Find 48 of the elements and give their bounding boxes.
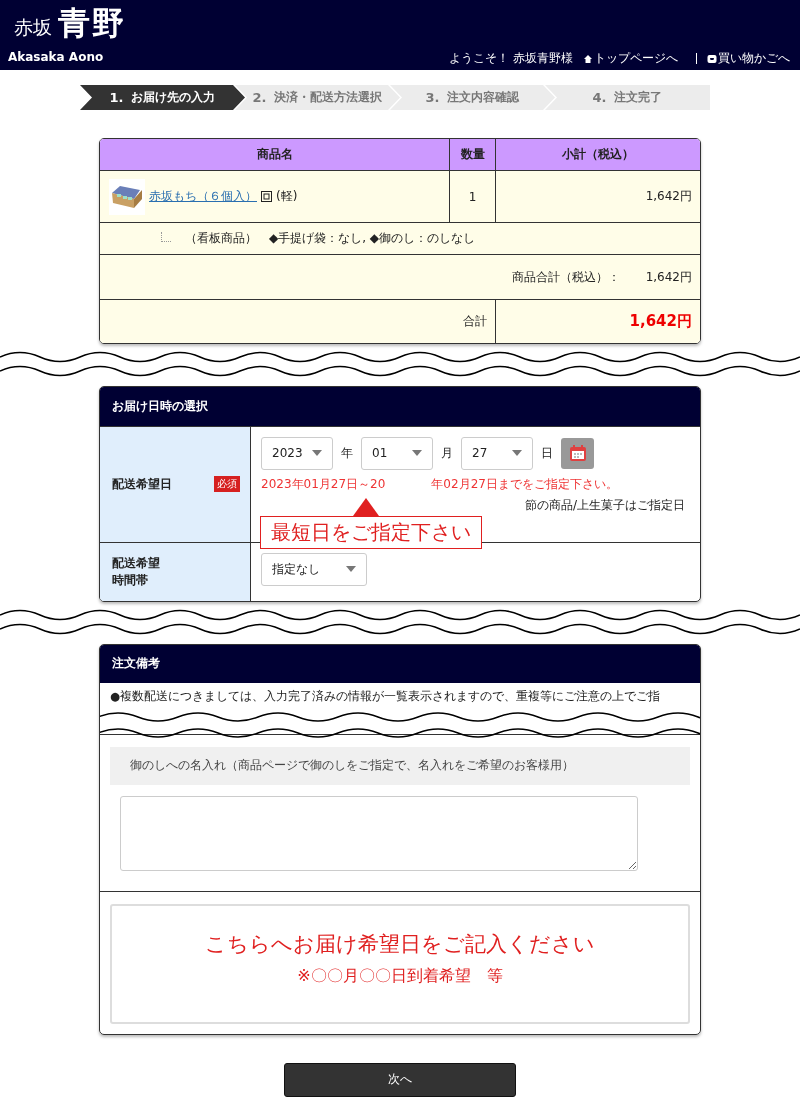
required-badge: 必須 bbox=[214, 476, 240, 492]
field-label: 配送希望日 bbox=[112, 475, 172, 493]
total-value: 1,642円 bbox=[629, 311, 692, 330]
top-page-link[interactable]: トップページへ bbox=[583, 50, 678, 67]
image-icon bbox=[261, 191, 272, 202]
unit-label: 月 bbox=[441, 444, 453, 462]
cart-icon bbox=[707, 53, 717, 64]
caret-icon bbox=[312, 450, 322, 456]
field-label: 時間帯 bbox=[112, 571, 149, 589]
column-header: 数量 bbox=[449, 139, 496, 171]
home-icon bbox=[583, 53, 593, 64]
noshi-label: 御のしへの名入れ（商品ページで御のしをご指定で、名入れをご希望のお客様用） bbox=[110, 746, 690, 785]
product-link[interactable]: 赤坂もち（６個入） bbox=[149, 188, 257, 205]
column-header: 小計（税込） bbox=[495, 139, 700, 171]
logo-text: 赤坂 bbox=[14, 15, 52, 40]
field-label: 配送希望 bbox=[112, 554, 160, 572]
shipping-tag: (軽) bbox=[276, 188, 298, 205]
section-title: お届け日時の選択 bbox=[100, 386, 700, 426]
dropdown[interactable]: 指定なし bbox=[261, 552, 367, 586]
goods-total-label: 商品合計（税込）： bbox=[511, 269, 620, 284]
date-range-text: 年02月27日までをご指定下さい。 bbox=[431, 475, 618, 493]
column-header: 商品名 bbox=[100, 139, 450, 171]
calendar-icon bbox=[568, 444, 587, 462]
cart-link[interactable]: 買い物かごへ bbox=[707, 50, 790, 67]
caret-icon bbox=[512, 450, 522, 456]
option-text: （看板商品） ◆手提げ袋：なし, ◆御のし：のしなし bbox=[185, 231, 476, 245]
memo-text: こちらへお届け希望日をご記入ください bbox=[205, 931, 595, 958]
total-label: 合計 bbox=[463, 313, 487, 328]
dropdown[interactable]: 27 bbox=[461, 436, 533, 470]
logo-text: 青野 bbox=[58, 3, 126, 44]
goods-total-value: 1,642円 bbox=[645, 269, 692, 284]
dropdown[interactable]: 01 bbox=[361, 436, 433, 470]
note-text: 節の商品/上生菓子はご指定日 bbox=[525, 496, 687, 514]
brand-name: Akasaka Aono bbox=[8, 50, 104, 64]
next-button[interactable]: 次へ bbox=[284, 1062, 516, 1097]
unit-label: 年 bbox=[341, 444, 353, 462]
welcome-text: ようこそ！ 赤坂青野様 bbox=[449, 50, 573, 67]
caret-icon bbox=[412, 450, 422, 456]
noshi-input[interactable] bbox=[120, 795, 638, 871]
dropdown[interactable]: 2023 bbox=[261, 436, 333, 470]
remarks-input[interactable]: こちらへお届け希望日をご記入ください ※〇〇月〇〇日到着希望 等 bbox=[110, 903, 690, 1024]
date-range-text: 2023年01月27日～20 bbox=[261, 475, 386, 493]
unit-label: 日 bbox=[541, 444, 553, 462]
caret-icon bbox=[346, 566, 356, 572]
calendar-button[interactable] bbox=[561, 437, 594, 469]
quantity-cell: 1 bbox=[449, 170, 496, 223]
section-title: 注文備考 bbox=[100, 644, 700, 683]
memo-text: ※〇〇月〇〇日到着希望 等 bbox=[297, 966, 503, 987]
